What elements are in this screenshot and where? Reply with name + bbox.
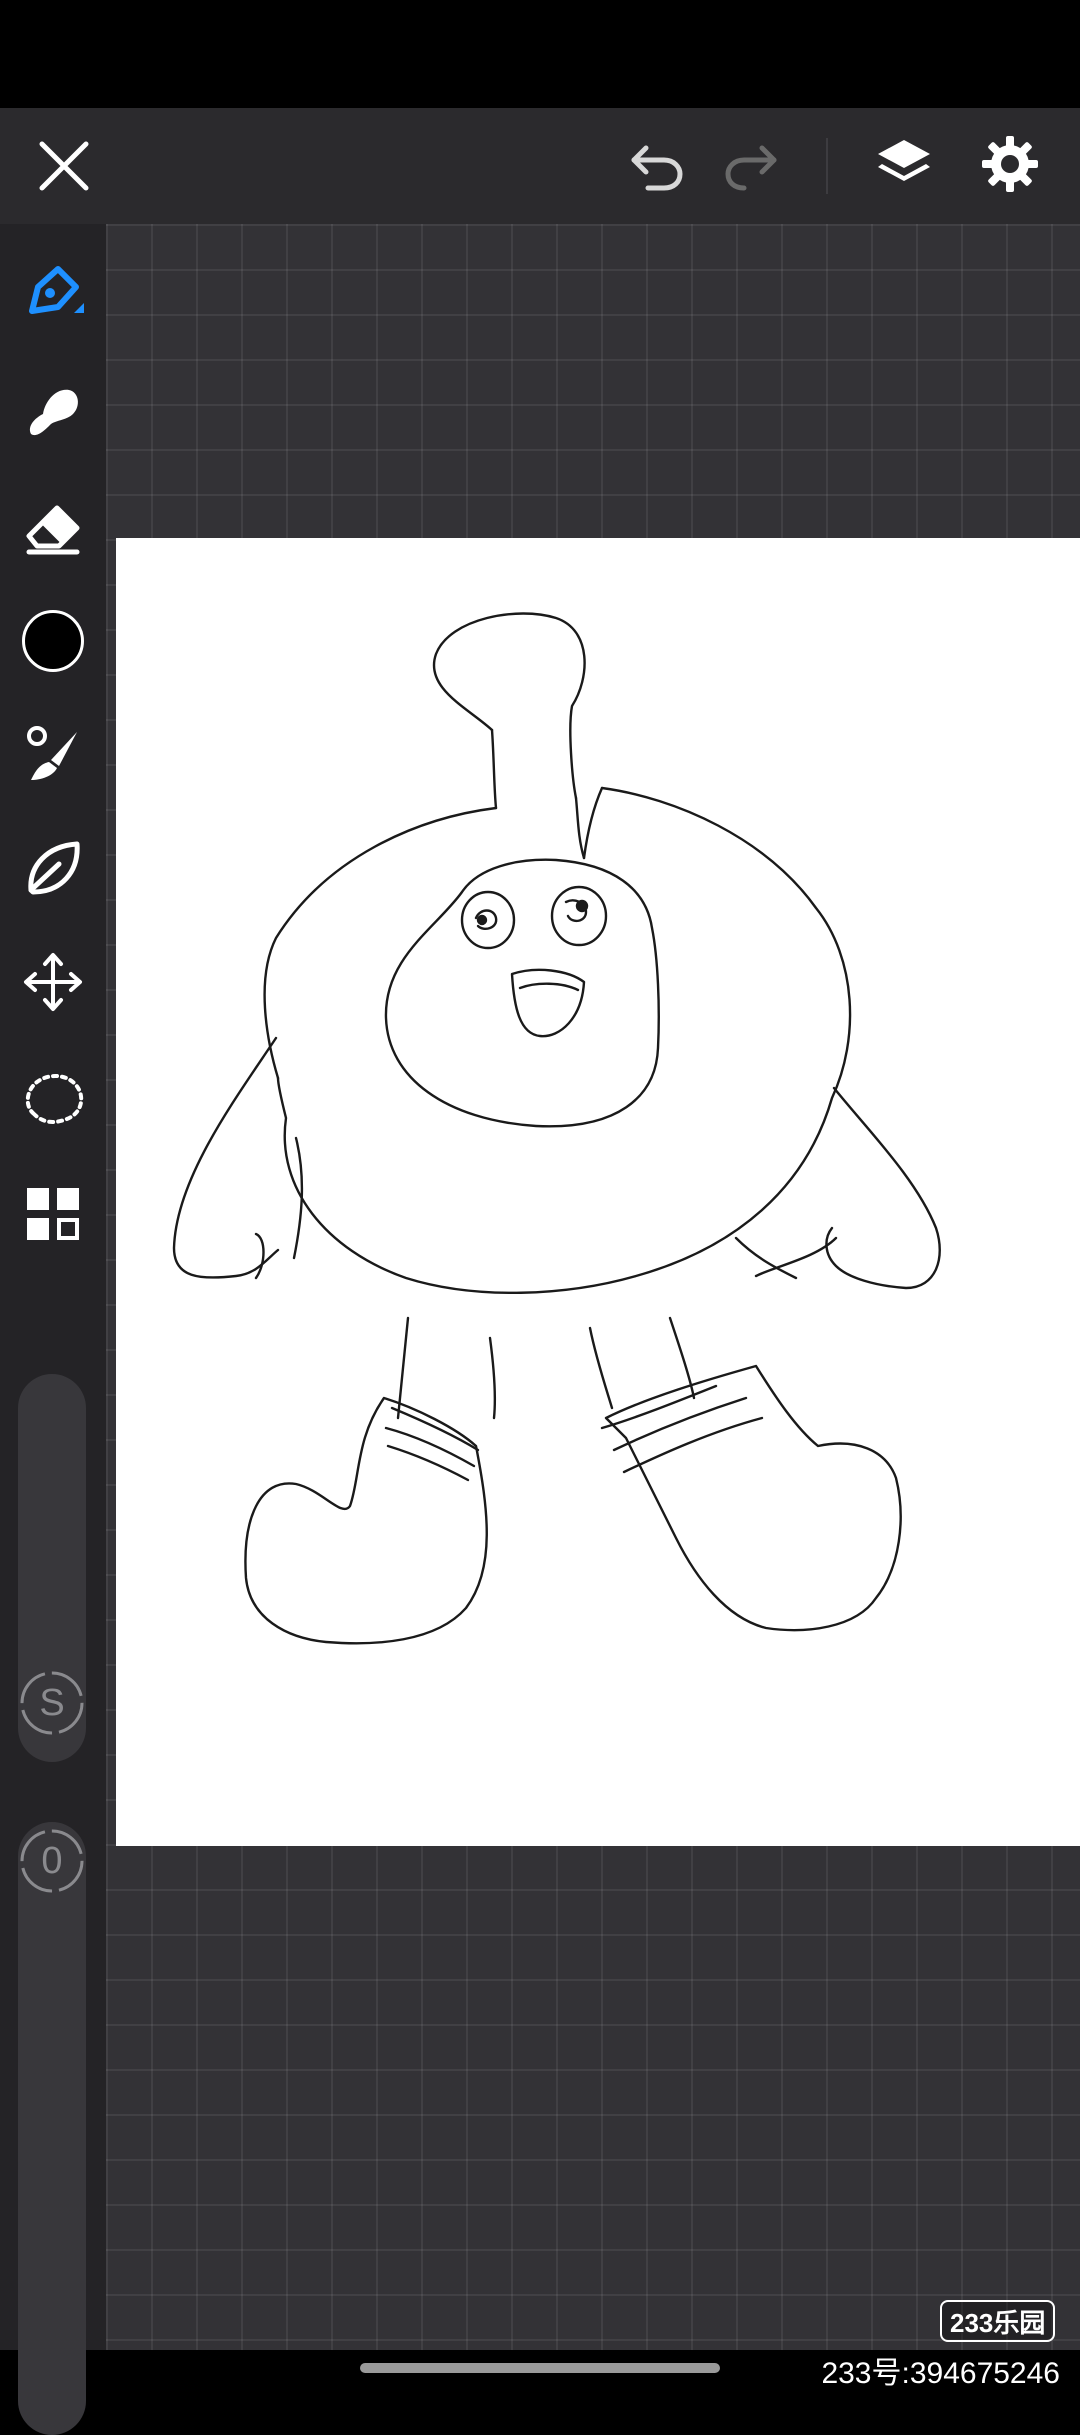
layers-icon <box>878 140 930 181</box>
gallery-tool[interactable] <box>0 1166 106 1262</box>
brush-icon <box>27 726 77 780</box>
smudge-icon <box>29 389 78 436</box>
color-circle-icon <box>22 610 84 672</box>
redo-icon <box>725 145 777 191</box>
close-icon <box>39 141 89 191</box>
brush-size-label: S <box>39 1681 65 1724</box>
top-toolbar <box>0 108 1080 224</box>
smudge-tool[interactable] <box>0 364 106 460</box>
brush-opacity-label: 0 <box>41 1839 63 1882</box>
undo-icon <box>631 145 683 191</box>
selection-tool[interactable] <box>0 1050 106 1146</box>
brush-size-knob[interactable]: S <box>18 1669 86 1737</box>
status-bar <box>0 0 1080 108</box>
brush-opacity-slider[interactable] <box>18 1822 86 2435</box>
color-swatch[interactable] <box>0 593 106 689</box>
dotted-selection-icon <box>25 1074 84 1124</box>
home-indicator[interactable] <box>360 2363 720 2373</box>
left-toolbar: S 0 <box>0 224 106 2435</box>
eraser-tool[interactable] <box>0 480 106 576</box>
pen-icon <box>29 266 84 314</box>
eraser-icon <box>26 505 80 555</box>
move-arrows-icon <box>24 953 82 1011</box>
undo-button[interactable] <box>616 126 696 206</box>
grid-icon <box>27 1188 79 1240</box>
layers-button[interactable] <box>862 122 946 206</box>
character-sketch <box>172 612 941 1645</box>
close-button[interactable] <box>24 126 104 206</box>
drawing-canvas[interactable] <box>116 538 1080 1846</box>
settings-button[interactable] <box>968 122 1052 206</box>
transform-tool[interactable] <box>0 934 106 1030</box>
brush-opacity-knob[interactable]: 0 <box>18 1827 86 1895</box>
watermark-id: 233号:394675246 <box>821 2357 1060 2390</box>
redo-button[interactable] <box>712 126 792 206</box>
brush-tool[interactable] <box>0 706 106 802</box>
leaf-icon <box>28 841 80 895</box>
toolbar-divider <box>826 138 828 194</box>
gear-icon <box>982 136 1038 192</box>
watermark-logo: 233乐园 <box>940 2300 1056 2342</box>
pen-tool[interactable] <box>0 246 106 342</box>
lasso-fill-tool[interactable] <box>0 820 106 916</box>
